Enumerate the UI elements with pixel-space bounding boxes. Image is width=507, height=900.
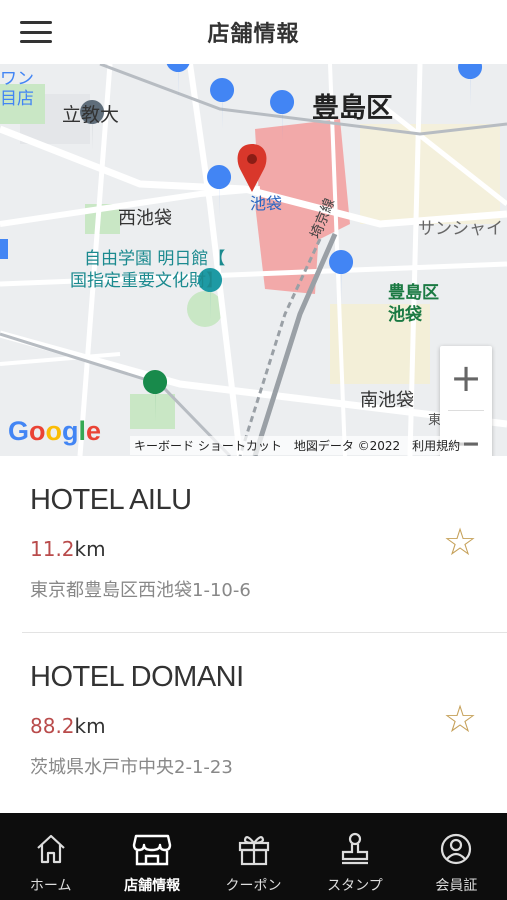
hotel-name: HOTEL AILU bbox=[30, 484, 192, 516]
app-header: 店舗情報 bbox=[0, 0, 507, 64]
favorite-star-icon[interactable]: ☆ bbox=[443, 700, 477, 738]
hamburger-menu-icon[interactable] bbox=[20, 21, 52, 43]
tab-label: ホーム bbox=[29, 878, 72, 894]
map-label-sunshine: サンシャイ bbox=[418, 219, 503, 239]
home-icon bbox=[33, 829, 69, 869]
hotel-name: HOTEL DOMANI bbox=[30, 661, 244, 693]
map-label-minami-ikebukuro: 南池袋 bbox=[360, 390, 414, 411]
gift-icon bbox=[236, 829, 272, 869]
hotel-item[interactable]: HOTEL DOMANI 88.2km 茨城県水戸市中央2-1-23 ☆ bbox=[0, 633, 507, 811]
tab-label: クーポン bbox=[225, 878, 282, 894]
page-title: 店舗情報 bbox=[207, 22, 300, 47]
hotel-address: 茨城県水戸市中央2-1-23 bbox=[30, 757, 233, 778]
map-label-top-left-2: 目店 bbox=[0, 89, 34, 109]
hotel-distance: 88.2km bbox=[30, 714, 106, 738]
store-icon bbox=[132, 829, 172, 869]
distance-value: 88.2 bbox=[30, 714, 75, 738]
distance-value: 11.2 bbox=[30, 537, 75, 561]
map-label-rikkyo: 立教大 bbox=[62, 104, 120, 126]
distance-unit: km bbox=[74, 714, 106, 738]
tab-coupon[interactable]: クーポン bbox=[203, 813, 304, 900]
google-logo: Google bbox=[8, 416, 102, 446]
tab-store-info[interactable]: 店舗情報 bbox=[101, 813, 202, 900]
map-label-toshima-ku: 豊島区 bbox=[312, 93, 393, 124]
stamp-icon bbox=[337, 829, 373, 869]
distance-unit: km bbox=[74, 537, 106, 561]
hotel-address: 東京都豊島区西池袋1-10-6 bbox=[30, 580, 251, 601]
tab-member-card[interactable]: 会員証 bbox=[406, 813, 507, 900]
member-card-icon bbox=[438, 829, 474, 869]
map-view[interactable]: ワン 目店 立教大 豊島区 西池袋 池袋 自由学園 明日館【 国指定重要文化財】… bbox=[0, 64, 507, 456]
hotel-item[interactable]: HOTEL AILU 11.2km 東京都豊島区西池袋1-10-6 ☆ bbox=[0, 456, 507, 632]
tab-home[interactable]: ホーム bbox=[0, 813, 101, 900]
map-label-nishi-ikebukuro: 西池袋 bbox=[118, 208, 172, 229]
map-attribution[interactable]: キーボード ショートカット 地図データ ©2022 利用規約 bbox=[130, 436, 465, 455]
map-label-toshima-office-2: 池袋 bbox=[388, 305, 422, 325]
map-label-ikebukuro: 池袋 bbox=[250, 194, 283, 213]
tab-stamp[interactable]: スタンプ bbox=[304, 813, 405, 900]
hotel-distance: 11.2km bbox=[30, 537, 106, 561]
zoom-in-button[interactable]: + bbox=[440, 346, 492, 410]
tab-label: 店舗情報 bbox=[124, 878, 181, 894]
tab-label: スタンプ bbox=[327, 878, 383, 894]
bottom-tab-bar: ホーム 店舗情報 クーポン スタンプ 会員証 bbox=[0, 813, 507, 900]
favorite-star-icon[interactable]: ☆ bbox=[443, 523, 477, 561]
map-label-jiyu-gakuen-2: 国指定重要文化財】 bbox=[70, 271, 223, 291]
tab-label: 会員証 bbox=[435, 878, 478, 894]
